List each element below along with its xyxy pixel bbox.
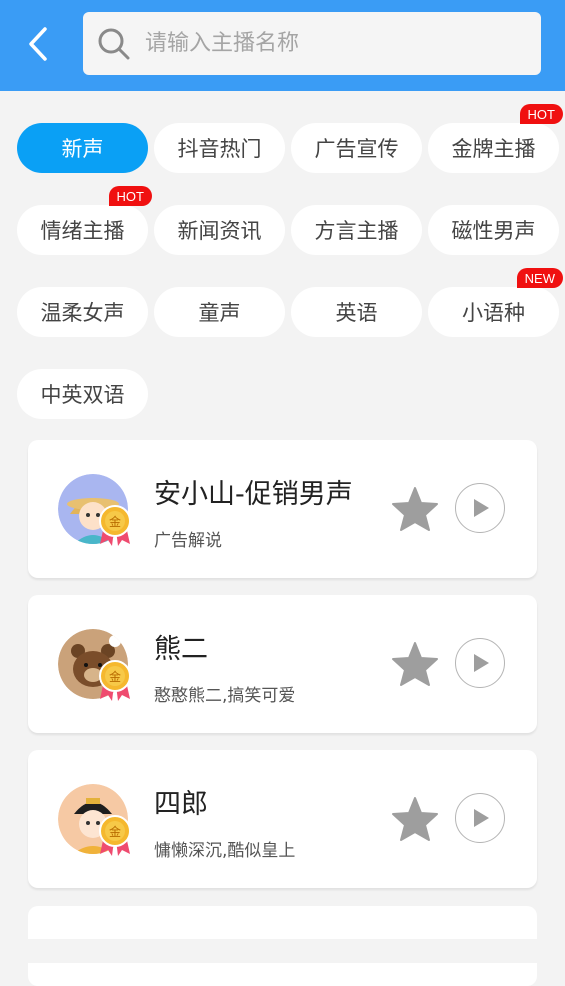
- tag-minor-languages[interactable]: 小语种 NEW: [428, 268, 563, 337]
- favorite-button[interactable]: [391, 641, 439, 687]
- bottom-spacer: [0, 939, 565, 963]
- tag-gold-anchor[interactable]: 金牌主播 HOT: [428, 104, 563, 173]
- search-input[interactable]: [143, 30, 507, 57]
- play-icon: [474, 654, 489, 672]
- play-icon: [474, 499, 489, 517]
- tag-gentle-female[interactable]: 温柔女声: [17, 287, 148, 337]
- svg-text:金: 金: [109, 514, 121, 529]
- tag-douyin-hot[interactable]: 抖音热门: [154, 123, 285, 173]
- play-icon: [474, 809, 489, 827]
- favorite-button[interactable]: [391, 486, 439, 532]
- star-icon: [392, 797, 438, 841]
- anchor-description: 慵懒深沉,酷似皇上: [154, 841, 296, 861]
- anchor-name: 安小山-促销男声: [154, 479, 353, 510]
- search-bar[interactable]: [83, 12, 541, 75]
- anchor-description: 广告解说: [154, 531, 222, 551]
- anchor-name: 熊二: [154, 634, 208, 665]
- tag-new-voice[interactable]: 新声: [17, 123, 148, 173]
- play-button[interactable]: [455, 483, 505, 533]
- tag-english[interactable]: 英语: [291, 287, 422, 337]
- tag-news[interactable]: 新闻资讯: [154, 205, 285, 255]
- svg-text:金: 金: [109, 669, 121, 684]
- hot-badge: HOT: [108, 186, 152, 206]
- play-button[interactable]: [455, 638, 505, 688]
- tag-dialect[interactable]: 方言主播: [291, 205, 422, 255]
- star-icon: [392, 642, 438, 686]
- chevron-left-icon: [29, 27, 47, 61]
- back-button[interactable]: [18, 24, 58, 64]
- tag-child-voice[interactable]: 童声: [154, 287, 285, 337]
- gold-medal-icon: 金: [98, 504, 132, 548]
- tag-magnetic-male[interactable]: 磁性男声: [428, 205, 559, 255]
- tag-advertising[interactable]: 广告宣传: [291, 123, 422, 173]
- hot-badge: HOT: [519, 104, 563, 124]
- tag-bilingual[interactable]: 中英双语: [17, 369, 148, 419]
- new-badge: NEW: [516, 268, 563, 288]
- svg-text:金: 金: [109, 824, 121, 839]
- favorite-button[interactable]: [391, 796, 439, 842]
- star-icon: [392, 487, 438, 531]
- tag-emotion-anchor[interactable]: 情绪主播 HOT: [17, 186, 152, 255]
- anchor-card[interactable]: 金 四郎 慵懒深沉,酷似皇上: [28, 750, 537, 888]
- anchor-card[interactable]: 金 安小山-促销男声 广告解说: [28, 440, 537, 578]
- top-bar: [0, 0, 565, 91]
- anchor-card[interactable]: 金 熊二 憨憨熊二,搞笑可爱: [28, 595, 537, 733]
- gold-medal-icon: 金: [98, 814, 132, 858]
- gold-medal-icon: 金: [98, 659, 132, 703]
- anchor-description: 憨憨熊二,搞笑可爱: [154, 686, 296, 706]
- search-icon: [97, 27, 131, 61]
- play-button[interactable]: [455, 793, 505, 843]
- anchor-name: 四郎: [154, 789, 208, 820]
